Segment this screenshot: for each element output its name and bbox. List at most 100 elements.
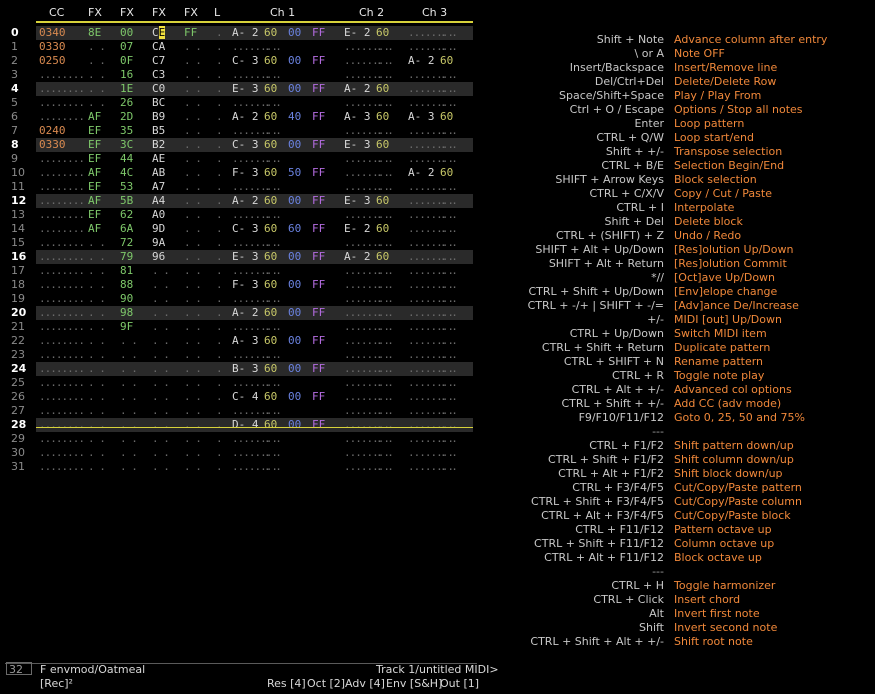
pattern-row[interactable]: 24......... .. .. .. .. B- 3 60 00 FF.......… [0,362,480,376]
fx4-cell[interactable]: . . [184,446,202,460]
l-cell[interactable]: . [216,432,223,446]
fx4-cell[interactable]: . . [184,460,202,474]
ch2-volume[interactable]: . . [376,124,394,138]
ch3-volume[interactable]: . . [440,138,458,152]
ch1-volume[interactable]: 60 [264,54,277,68]
fx4-cell[interactable]: . . [184,222,202,236]
ch1-volume[interactable]: 60 [264,390,277,404]
ch1-volume[interactable]: . . [264,460,282,474]
ch2-volume[interactable]: . . [376,334,394,348]
ch2-volume[interactable]: . . [376,152,394,166]
fx3-cell[interactable]: A4 [152,194,165,208]
cc-cell[interactable]: ........ [39,236,85,250]
fx3-cell[interactable]: . . [152,432,170,446]
fx1-cell[interactable]: EF [88,138,101,152]
l-cell[interactable]: . [216,292,223,306]
ch3-volume[interactable]: . . [440,96,458,110]
fx3-cell[interactable]: 9D [152,222,165,236]
fx3-cell[interactable]: BC [152,96,165,110]
pattern-row[interactable]: 28......... .. .. .. .. D- 4 60 00 FF.......… [0,418,480,432]
env-indicator[interactable]: Env [S&H] [386,677,442,690]
cc-cell[interactable]: 0240 [39,124,66,138]
fx1-cell[interactable]: . . [88,404,106,418]
pattern-row[interactable]: 12........ AF 5B A4. .. A- 2 60 00 FF E- 3 60....… [0,194,480,208]
l-cell[interactable]: . [216,264,223,278]
l-cell[interactable]: . [216,40,223,54]
fx1-cell[interactable]: . . [88,334,106,348]
fx1-cell[interactable]: . . [88,390,106,404]
ch1-delay[interactable]: FF [312,306,325,320]
ch2-volume[interactable]: 60 [376,82,389,96]
ch1-delay[interactable]: FF [312,278,325,292]
ch1-volume[interactable]: . . [264,96,282,110]
ch3-volume[interactable]: . . [440,68,458,82]
cc-cell[interactable]: ........ [39,348,85,362]
cc-cell[interactable]: 0330 [39,40,66,54]
fx3-cell[interactable]: . . [152,376,170,390]
fx2-cell[interactable]: 35 [120,124,133,138]
ch3-volume[interactable]: . . [440,432,458,446]
ch2-volume[interactable]: . . [376,54,394,68]
ch2-volume[interactable]: . . [376,208,394,222]
fx1-cell[interactable]: EF [88,180,101,194]
pattern-row[interactable]: 16......... . 79 96. .. E- 3 60 00 FF A- 2 60...… [0,250,480,264]
ch1-pan[interactable]: 60 [288,222,301,236]
fx1-cell[interactable]: . . [88,278,106,292]
l-cell[interactable]: . [216,348,223,362]
ch2-volume[interactable]: . . [376,432,394,446]
cc-cell[interactable]: ........ [39,250,85,264]
ch1-volume[interactable]: . . [264,152,282,166]
ch1-note[interactable]: A- 2 [232,26,259,40]
fx4-cell[interactable]: . . [184,306,202,320]
fx3-cell[interactable]: . . [152,418,170,432]
ch3-volume[interactable]: . . [440,250,458,264]
ch3-volume[interactable]: . . [440,222,458,236]
ch1-note[interactable]: C- 3 [232,222,259,236]
fx4-cell[interactable]: . . [184,376,202,390]
ch3-volume[interactable]: . . [440,152,458,166]
ch1-pan[interactable]: 00 [288,26,301,40]
ch1-volume[interactable]: 60 [264,194,277,208]
ch1-volume[interactable]: . . [264,348,282,362]
ch1-delay[interactable]: FF [312,194,325,208]
cc-cell[interactable]: ........ [39,320,85,334]
ch2-note[interactable]: A- 2 [344,250,371,264]
ch1-pan[interactable]: 00 [288,138,301,152]
ch2-volume[interactable]: . . [376,236,394,250]
ch1-note[interactable]: B- 3 [232,362,259,376]
ch1-note[interactable]: C- 3 [232,54,259,68]
fx2-cell[interactable]: 53 [120,180,133,194]
pattern-row[interactable]: 27......... .. .. .. ........... .. .. .… [0,404,480,418]
ch2-volume[interactable]: . . [376,278,394,292]
ch1-note[interactable]: A- 2 [232,194,259,208]
ch1-delay[interactable]: FF [312,362,325,376]
fx2-cell[interactable]: 00 [120,26,133,40]
pattern-row[interactable]: 21......... . 9F. .. ........... .. .. ..… [0,320,480,334]
ch3-volume[interactable]: . . [440,40,458,54]
ch1-note[interactable]: A- 3 [232,334,259,348]
fx4-cell[interactable]: . . [184,236,202,250]
ch3-volume[interactable]: . . [440,306,458,320]
adv-indicator[interactable]: Adv [4] [345,677,385,690]
fx3-cell[interactable]: C3 [152,68,165,82]
ch3-volume[interactable]: . . [440,82,458,96]
pattern-row[interactable]: 15......... . 72 9A. ........... .. .. ...… [0,236,480,250]
fx3-cell[interactable]: 9A [152,236,165,250]
pattern-row[interactable]: 0 0340 8E 00 CE FF. A- 2 60 00 FF E- 2 60......... … [0,26,480,40]
fx1-cell[interactable]: . . [88,362,106,376]
cc-cell[interactable]: 0330 [39,138,66,152]
ch1-note[interactable]: E- 3 [232,82,259,96]
ch1-volume[interactable]: 60 [264,250,277,264]
ch1-volume[interactable]: 60 [264,306,277,320]
fx4-cell[interactable]: . . [184,54,202,68]
ch1-delay[interactable]: FF [312,82,325,96]
ch3-volume[interactable]: . . [440,390,458,404]
l-cell[interactable]: . [216,376,223,390]
ch2-volume[interactable]: 60 [376,26,389,40]
ch1-volume[interactable]: 60 [264,138,277,152]
ch2-volume[interactable]: . . [376,390,394,404]
ch3-volume[interactable]: . . [440,292,458,306]
ch3-note[interactable]: A- 2 [408,166,435,180]
l-cell[interactable]: . [216,208,223,222]
fx1-cell[interactable]: . . [88,250,106,264]
